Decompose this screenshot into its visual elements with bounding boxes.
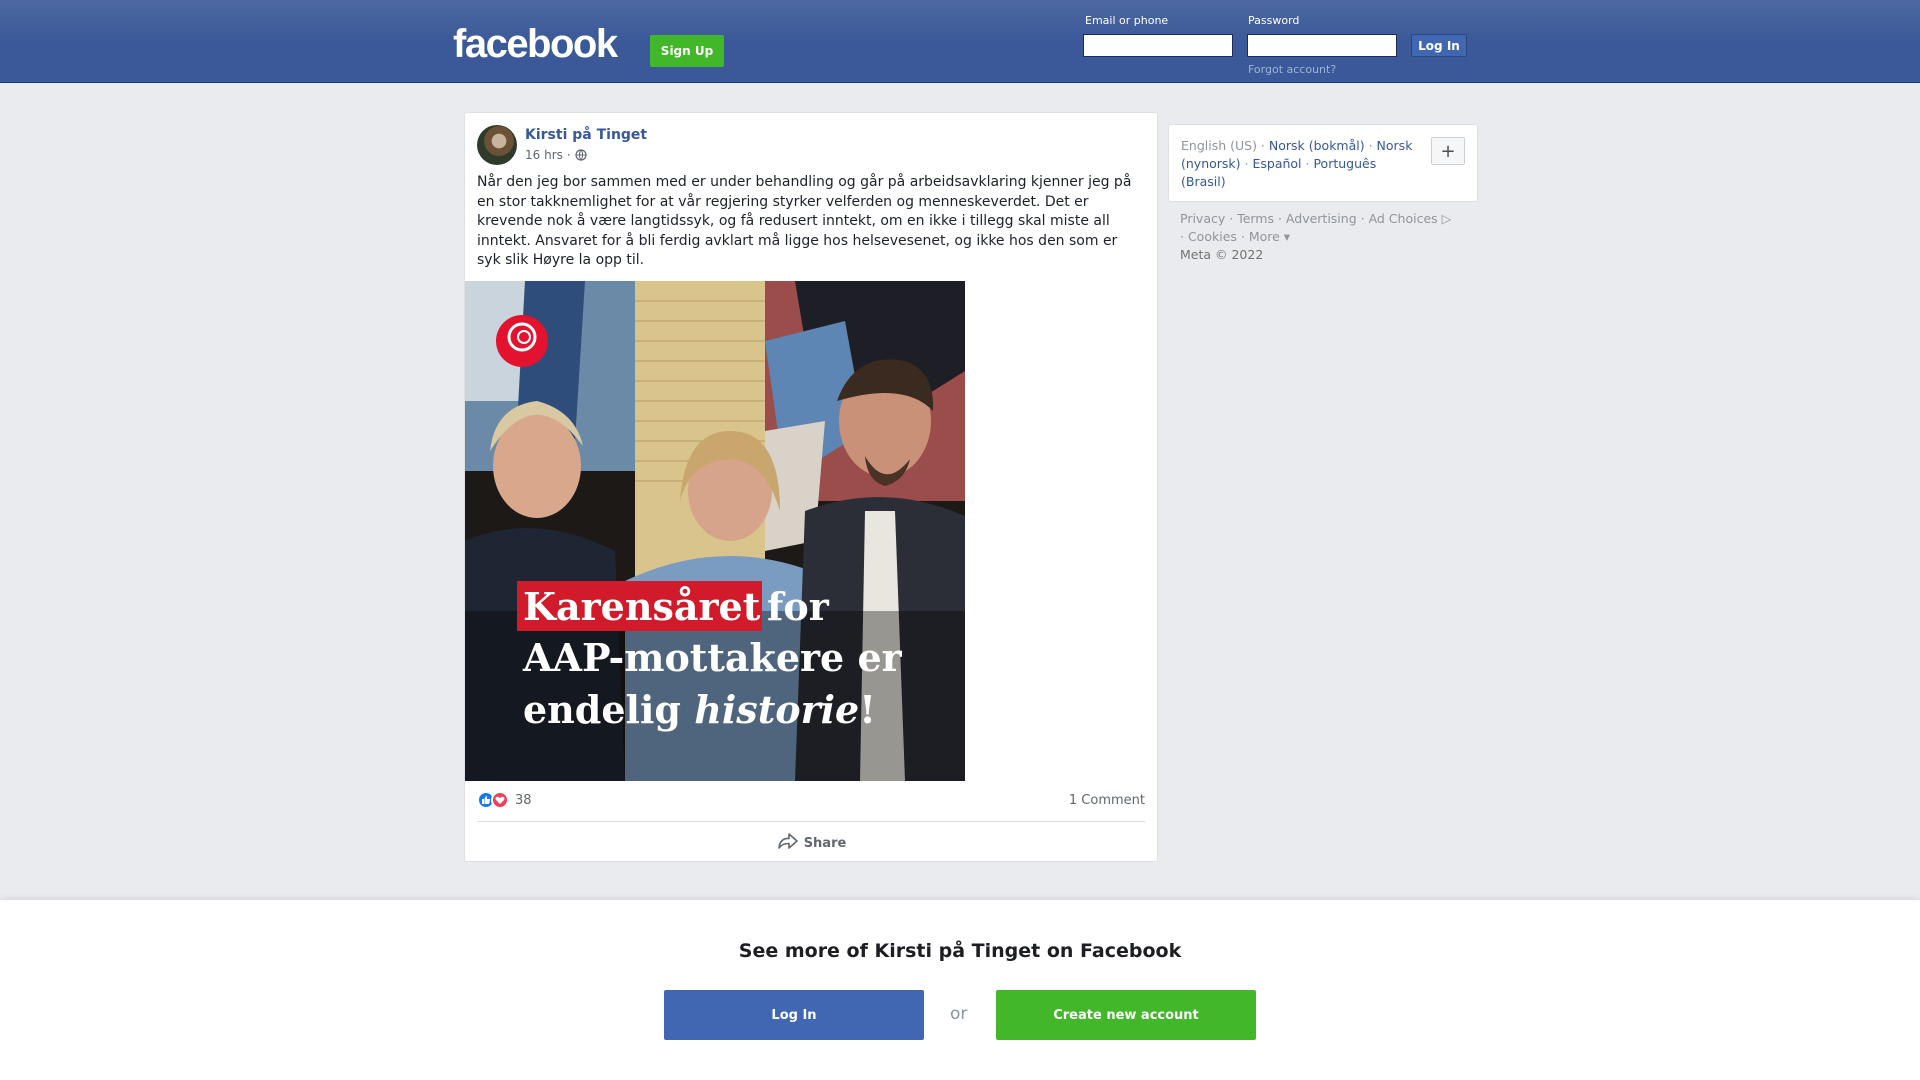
login-prompt-bar: See more of Kirsti på Tinget on Facebook… (0, 900, 1920, 1080)
password-input[interactable] (1247, 34, 1397, 57)
meta-separator: · (566, 148, 571, 162)
share-icon (777, 833, 798, 853)
email-input[interactable] (1083, 34, 1233, 57)
footer-privacy-link[interactable]: Privacy (1180, 211, 1225, 226)
facebook-logo[interactable]: facebook (453, 22, 618, 67)
footer-advertising-link[interactable]: Advertising (1286, 211, 1357, 226)
bottom-log-in-button[interactable]: Log In (664, 990, 924, 1040)
footer-links: Privacy · Terms · Advertising · Ad Choic… (1180, 211, 1452, 262)
create-account-button[interactable]: Create new account (996, 990, 1256, 1040)
image-headline-bang: ! (859, 687, 876, 732)
forgot-account-link[interactable]: Forgot account? (1248, 63, 1336, 76)
image-headline-highlight: Karensåret (523, 584, 761, 629)
ad-choices-icon: ▷ (1437, 211, 1452, 226)
top-navigation-bar: facebook Sign Up Email or phone Password… (0, 0, 1920, 83)
or-separator: or (950, 1004, 968, 1024)
email-label: Email or phone (1085, 14, 1169, 27)
image-headline-endelig: endelig (523, 687, 681, 732)
reactions-summary[interactable]: 38 (477, 791, 532, 809)
footer-more-link[interactable]: More (1249, 229, 1280, 244)
image-headline-line3: endelig historie! (523, 687, 876, 732)
caret-down-icon: ▾ (1279, 229, 1291, 244)
image-headline-historie: historie (694, 687, 859, 732)
footer-terms-link[interactable]: Terms (1237, 211, 1274, 226)
log-in-button[interactable]: Log In (1411, 34, 1467, 57)
post-card: Kirsti på Tinget 16 hrs · Når den jeg bo… (464, 112, 1158, 862)
copyright: Meta © 2022 (1180, 247, 1264, 262)
login-prompt-title: See more of Kirsti på Tinget on Facebook (738, 940, 1182, 962)
post-meta: 16 hrs · (525, 148, 587, 162)
language-list: English (US) · Norsk (bokmål) · Norsk (n… (1181, 138, 1413, 189)
post-author-link[interactable]: Kirsti på Tinget (525, 127, 647, 143)
password-label: Password (1248, 14, 1300, 27)
sign-up-button[interactable]: Sign Up (650, 35, 724, 67)
reaction-count: 38 (515, 792, 532, 808)
post-text: Når den jeg bor sammen med er under beha… (477, 174, 1132, 268)
footer-ad-choices-link[interactable]: Ad Choices (1369, 211, 1438, 226)
comment-count-link[interactable]: 1 Comment (1069, 793, 1145, 808)
action-divider (477, 821, 1145, 822)
post-image[interactable]: Karensåret for AAP-mottakere er endelig … (465, 281, 965, 781)
language-selector-box: English (US) · Norsk (bokmål) · Norsk (n… (1168, 124, 1478, 202)
post-time[interactable]: 16 hrs (525, 148, 563, 162)
language-norsk-bokmal[interactable]: Norsk (bokmål) (1269, 138, 1365, 153)
add-language-button[interactable]: + (1431, 137, 1465, 165)
share-button[interactable]: Share (465, 831, 1159, 855)
avatar[interactable] (477, 125, 517, 165)
language-english-us: English (US) (1181, 138, 1257, 153)
image-headline-line2: AAP-mottakere er (522, 635, 903, 680)
globe-icon (575, 149, 587, 161)
image-headline-for: for (767, 584, 830, 629)
footer-cookies-link[interactable]: Cookies (1188, 229, 1237, 244)
share-label: Share (803, 835, 847, 851)
language-espanol[interactable]: Español (1252, 156, 1301, 171)
heart-icon (491, 791, 509, 809)
